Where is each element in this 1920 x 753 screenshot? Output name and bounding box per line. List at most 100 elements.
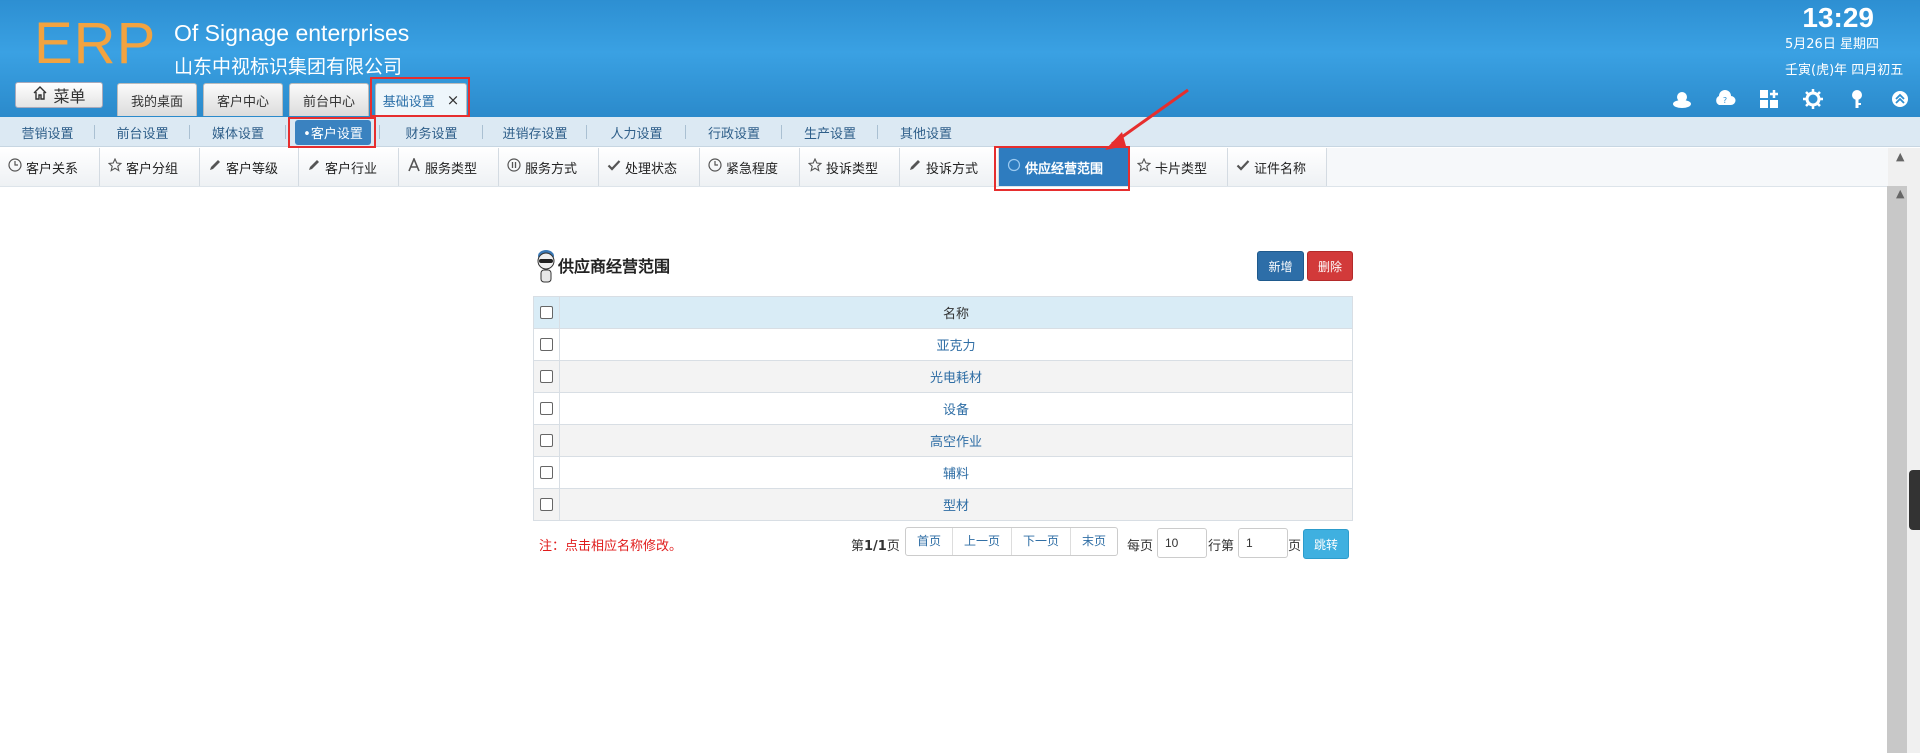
first-page-button[interactable]: 首页 — [906, 528, 954, 555]
submenu-production-settings[interactable]: 生产设置 — [782, 117, 878, 147]
page-info-suffix: 页 — [886, 539, 900, 554]
lunar-date: 壬寅(虎)年 四月初五 — [1785, 63, 1904, 78]
tab-label: 供应经营范围 — [1025, 161, 1104, 177]
pencil-icon — [908, 158, 922, 176]
page-number-input[interactable]: 1 — [1238, 528, 1288, 558]
tab-label: 客户关系 — [26, 161, 79, 177]
tab-complaint-type[interactable]: 投诉类型 — [800, 148, 900, 186]
per-page-label: 每页 — [1127, 539, 1154, 554]
submenu-inventory-settings[interactable]: 进销存设置 — [483, 117, 587, 147]
row-checkbox[interactable] — [540, 402, 553, 415]
submenu-hr-settings[interactable]: 人力设置 — [587, 117, 686, 147]
row-checkbox[interactable] — [540, 434, 553, 447]
home-icon — [32, 85, 48, 105]
side-panel-handle[interactable] — [1909, 470, 1920, 530]
delete-button[interactable]: 删除 — [1307, 251, 1353, 281]
clock-date: 5月26日 星期四 — [1785, 37, 1879, 52]
per-page-input[interactable]: 10 — [1157, 528, 1207, 558]
app-header: ERP Of Signage enterprises 山东中视标识集团有限公司 … — [0, 0, 1920, 117]
star-icon — [807, 157, 823, 176]
tab-service-method[interactable]: 服务方式 — [499, 148, 599, 186]
tab-label: 我的桌面 — [130, 94, 183, 110]
scroll-up-arrow-icon[interactable]: ▲ — [1896, 150, 1904, 163]
table-row: 辅料 — [533, 456, 1353, 489]
key-icon[interactable] — [1845, 87, 1869, 111]
svg-text:?: ? — [1723, 96, 1727, 105]
row-checkbox[interactable] — [540, 498, 553, 511]
submenu-customer-settings[interactable]: •客户设置 — [286, 117, 380, 147]
submenu-media-settings[interactable]: 媒体设置 — [190, 117, 286, 147]
pagination: 首页 上一页 下一页 末页 — [905, 527, 1119, 556]
submenu-other-settings[interactable]: 其他设置 — [878, 117, 974, 147]
close-tab-icon[interactable]: × — [447, 91, 460, 109]
tab-basic-settings[interactable]: 基础设置 × — [375, 83, 467, 116]
submenu-finance-settings[interactable]: 财务设置 — [380, 117, 483, 147]
submenu-marketing-settings[interactable]: 营销设置 — [0, 117, 95, 147]
tab-urgency[interactable]: 紧急程度 — [700, 148, 800, 186]
tab-customer-level[interactable]: 客户等级 — [200, 148, 299, 186]
page-label: 页 — [1288, 539, 1302, 554]
tab-complaint-method[interactable]: 投诉方式 — [900, 148, 999, 186]
row-name-link[interactable]: 型材 — [559, 488, 1353, 521]
submenu-front-settings[interactable]: 前台设置 — [95, 117, 190, 147]
tab-customer-relation[interactable]: 客户关系 — [0, 148, 100, 186]
circle-icon — [1007, 158, 1021, 176]
scrollbar-thumb[interactable] — [1887, 186, 1907, 753]
clock-time: 13:29 — [1802, 2, 1874, 33]
page-info-value: 1/1 — [864, 539, 887, 554]
tab-customer-group[interactable]: 客户分组 — [100, 148, 200, 186]
gear-icon[interactable] — [1801, 87, 1825, 111]
tab-label: 前台中心 — [302, 94, 355, 110]
pause-icon — [507, 158, 521, 176]
row-checkbox[interactable] — [540, 370, 553, 383]
tab-customer-center[interactable]: 客户中心 — [203, 83, 283, 116]
row-name-link[interactable]: 高空作业 — [559, 424, 1353, 457]
tab-customer-industry[interactable]: 客户行业 — [299, 148, 399, 186]
row-name-link[interactable]: 辅料 — [559, 456, 1353, 489]
tab-front-center[interactable]: 前台中心 — [289, 83, 369, 116]
add-button[interactable]: 新增 — [1257, 251, 1304, 281]
row-checkbox[interactable] — [540, 466, 553, 479]
erp-logo: ERP — [34, 11, 157, 76]
edit-note: 注：点击相应名称修改。 — [539, 539, 683, 554]
tab-service-type[interactable]: 服务类型 — [399, 148, 499, 186]
user-icon[interactable] — [1670, 87, 1694, 111]
tab-label: 服务方式 — [525, 161, 578, 177]
collapse-up-icon[interactable] — [1888, 87, 1912, 111]
tab-process-status[interactable]: 处理状态 — [599, 148, 700, 186]
main-menu-button[interactable]: 菜单 — [15, 82, 103, 108]
row-checkbox[interactable] — [540, 338, 553, 351]
grid-add-icon[interactable] — [1757, 87, 1781, 111]
row-name-link[interactable]: 设备 — [559, 392, 1353, 425]
check-icon — [1236, 158, 1250, 176]
next-page-button[interactable]: 下一页 — [1012, 528, 1072, 555]
tab-label: 基础设置 — [382, 94, 435, 110]
row-name-link[interactable]: 亚克力 — [559, 328, 1353, 361]
tab-label: 客户等级 — [226, 161, 279, 177]
select-all-checkbox[interactable] — [540, 306, 553, 319]
select-all-cell — [533, 296, 560, 329]
last-page-button[interactable]: 末页 — [1071, 528, 1117, 555]
page-info: 第1/1页 — [851, 535, 900, 554]
prev-page-button[interactable]: 上一页 — [953, 528, 1013, 555]
scroll-up-arrow-icon[interactable]: ▲ — [1896, 187, 1904, 200]
tab-my-desktop[interactable]: 我的桌面 — [117, 83, 197, 116]
table-row: 型材 — [533, 488, 1353, 521]
tab-label: 处理状态 — [625, 161, 678, 177]
row-name-link[interactable]: 光电耗材 — [559, 360, 1353, 393]
clock-icon — [8, 158, 22, 176]
business-scope-table: 名称 亚克力 光电耗材 设备 高空作业 辅料 型材 — [533, 296, 1353, 521]
table-header-row: 名称 — [533, 296, 1353, 329]
settings-submenu: 营销设置 前台设置 媒体设置 •客户设置 财务设置 进销存设置 人力设置 行政设… — [0, 117, 1920, 147]
table-row: 亚克力 — [533, 328, 1353, 361]
main-menu-label: 菜单 — [53, 87, 86, 106]
submenu-admin-settings[interactable]: 行政设置 — [686, 117, 782, 147]
company-name-cn: 山东中视标识集团有限公司 — [174, 56, 403, 78]
jump-button[interactable]: 跳转 — [1303, 529, 1349, 559]
tab-label: 服务类型 — [425, 161, 478, 177]
tab-label: 客户分组 — [126, 161, 179, 177]
tab-label: 投诉方式 — [926, 161, 979, 177]
star-icon — [1136, 157, 1152, 176]
tab-certificate-name[interactable]: 证件名称 — [1228, 148, 1327, 186]
cloud-help-icon[interactable]: ? — [1713, 87, 1737, 111]
